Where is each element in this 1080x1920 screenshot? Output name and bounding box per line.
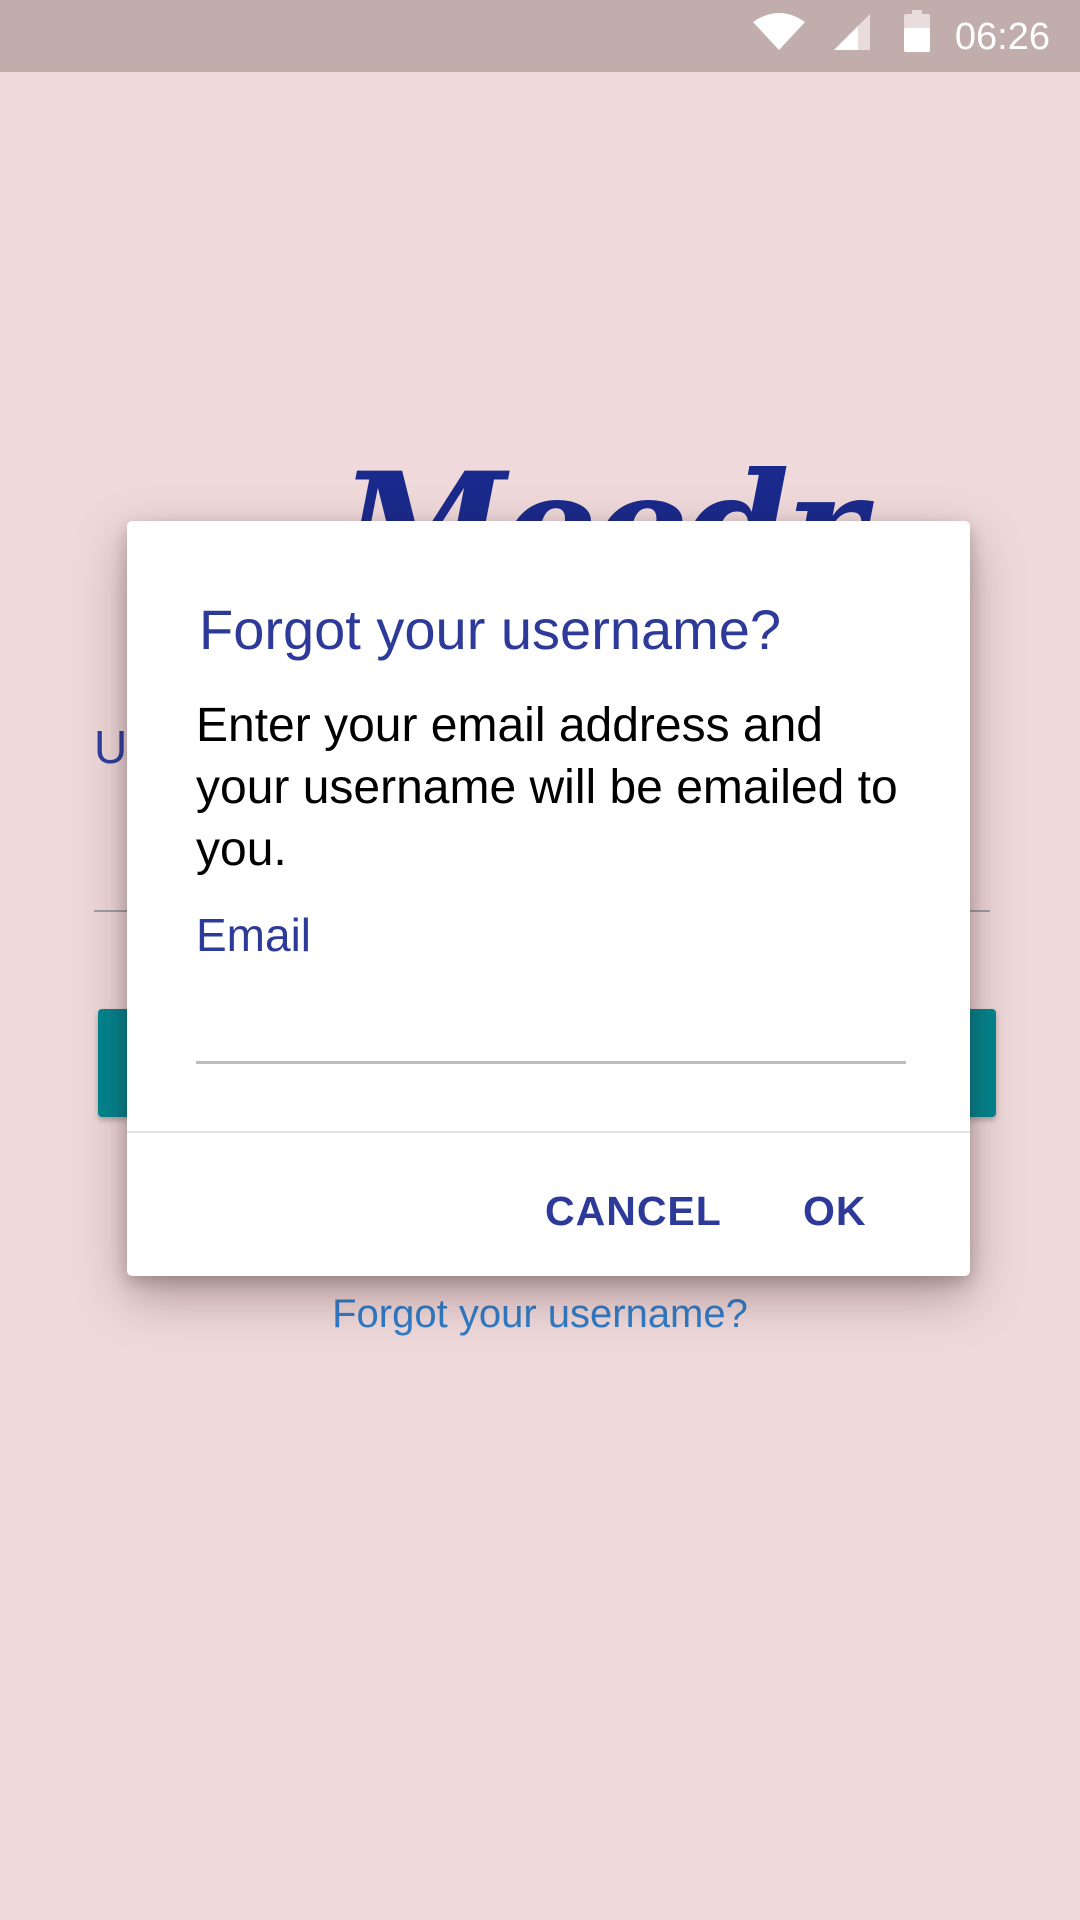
email-field-label: Email [196, 909, 312, 961]
dialog-message: Enter your email address and your userna… [196, 699, 898, 876]
status-time: 06:26 [954, 16, 1050, 58]
email-input[interactable] [196, 991, 906, 1064]
status-bar: 06:26 [0, 0, 1080, 72]
dialog-title: Forgot your username? [199, 598, 782, 661]
dialog-divider [127, 1131, 970, 1133]
battery-icon [904, 10, 930, 52]
wifi-icon [753, 13, 805, 50]
cancel-button[interactable]: CANCEL [533, 1161, 734, 1261]
forgot-username-dialog: Forgot your username? Enter your email a… [127, 521, 970, 1276]
cell-signal-icon [834, 14, 870, 50]
ok-button[interactable]: OK [791, 1161, 879, 1261]
